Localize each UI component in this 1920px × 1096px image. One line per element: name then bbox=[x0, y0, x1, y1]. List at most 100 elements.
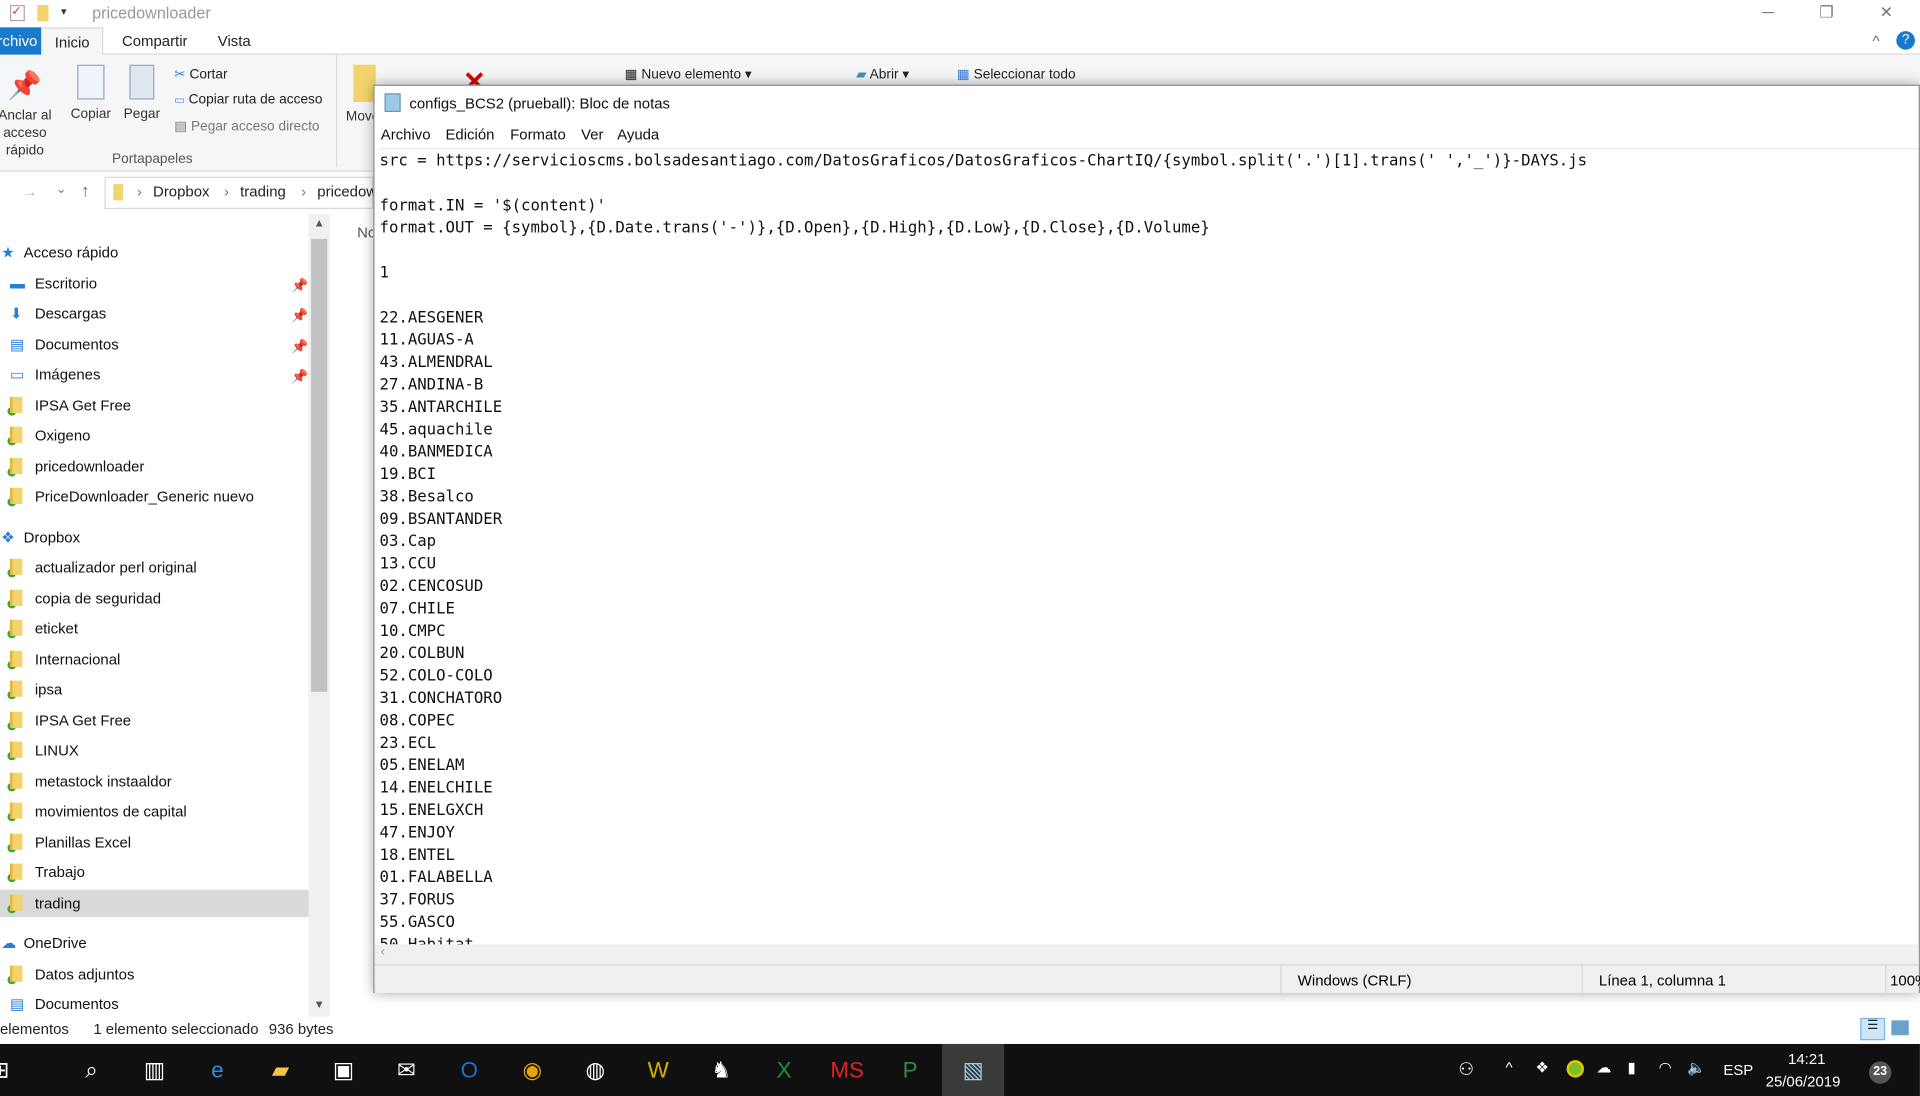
folder-icon[interactable] bbox=[37, 4, 49, 22]
nav-item[interactable]: ipsa bbox=[0, 676, 309, 703]
properties-icon[interactable]: ✓ bbox=[9, 4, 25, 22]
copy-button[interactable]: Copiar bbox=[68, 64, 113, 122]
clock-date[interactable]: 25/06/2019 bbox=[1766, 1073, 1841, 1096]
thumbnail-view-button[interactable] bbox=[1891, 1020, 1909, 1036]
minimize-button[interactable]: ─ bbox=[1749, 2, 1786, 24]
help-icon[interactable]: ? bbox=[1896, 31, 1915, 50]
app2-icon[interactable]: ♞ bbox=[690, 1044, 752, 1096]
pin-icon[interactable]: 📌 bbox=[291, 363, 308, 390]
pin-icon[interactable]: 📌 bbox=[291, 272, 308, 299]
open-button[interactable]: ▰ Abrir ▾ bbox=[856, 66, 909, 82]
store-icon[interactable]: ▣ bbox=[312, 1044, 374, 1096]
up-button[interactable]: ↑ bbox=[81, 180, 90, 200]
close-button[interactable]: ✕ bbox=[1868, 2, 1905, 24]
nav-item[interactable]: LINUX bbox=[0, 737, 309, 764]
dropbox-tray-icon[interactable]: ❖ bbox=[1535, 1059, 1548, 1096]
winamp-icon[interactable]: W bbox=[627, 1044, 689, 1096]
show-hidden-icons[interactable]: ^ bbox=[1506, 1059, 1513, 1096]
menu-archivo[interactable]: Archivo bbox=[381, 126, 431, 148]
nav-item[interactable]: eticket bbox=[0, 615, 309, 642]
file-explorer-icon[interactable]: ▰ bbox=[249, 1044, 311, 1096]
nav-item[interactable]: trading bbox=[0, 889, 309, 917]
item-count: elementos bbox=[0, 1020, 69, 1038]
wifi-icon[interactable]: ◠ bbox=[1659, 1059, 1672, 1096]
menu-edicion[interactable]: Edición bbox=[445, 126, 494, 148]
nav-item[interactable]: Planillas Excel bbox=[0, 828, 309, 855]
copy-path-button[interactable]: ▭ Copiar ruta de acceso bbox=[174, 92, 322, 107]
edge-icon[interactable]: e bbox=[186, 1044, 248, 1096]
scroll-up-icon[interactable]: ▲ bbox=[314, 217, 325, 229]
nav-item[interactable]: Datos adjuntos bbox=[0, 960, 309, 987]
menu-ver[interactable]: Ver bbox=[581, 126, 603, 148]
recent-dropdown[interactable]: ⌄ bbox=[56, 183, 66, 197]
nav-item[interactable]: Oxigeno bbox=[0, 422, 309, 449]
notification-center-button[interactable]: 23 bbox=[1868, 1061, 1892, 1084]
column-header-name[interactable]: Nombre bbox=[357, 224, 373, 241]
nav-item[interactable]: Trabajo bbox=[0, 859, 309, 886]
nav-item[interactable]: pricedownloader bbox=[0, 452, 309, 479]
details-view-button[interactable]: ☰ bbox=[1860, 1017, 1886, 1041]
nav-item[interactable]: metastock instaaldor bbox=[0, 767, 309, 794]
nav-item[interactable]: ☁ OneDrive bbox=[0, 929, 309, 956]
horizontal-scrollbar[interactable]: ‹ bbox=[374, 944, 1919, 965]
language-indicator[interactable]: ESP bbox=[1723, 1061, 1753, 1096]
text-editor[interactable]: src = https://servicioscms.bolsadesantia… bbox=[378, 148, 1919, 944]
nav-item[interactable]: ★ Acceso rápido bbox=[0, 239, 309, 266]
new-item-button[interactable]: ▦ Nuevo elemento ▾ bbox=[625, 66, 752, 82]
nav-item[interactable]: ▭ Imágenes 📌 bbox=[0, 361, 309, 388]
app-icon[interactable]: ◍ bbox=[564, 1044, 626, 1096]
nav-item[interactable]: Internacional bbox=[0, 645, 309, 672]
pin-quick-access-button[interactable]: 📌 Anclar al acceso rápido bbox=[0, 70, 60, 160]
nav-item[interactable]: ▤ Documentos bbox=[0, 990, 309, 1017]
scroll-left-icon[interactable]: ‹ bbox=[381, 946, 385, 960]
antivirus-icon[interactable] bbox=[1566, 1060, 1584, 1078]
pin-icon[interactable]: 📌 bbox=[291, 302, 308, 329]
scroll-down-icon[interactable]: ▼ bbox=[314, 998, 325, 1010]
nav-item[interactable]: movimientos de capital bbox=[0, 798, 309, 825]
tab-inicio[interactable]: Inicio bbox=[41, 27, 104, 55]
excel-icon[interactable]: X bbox=[753, 1044, 815, 1096]
people-icon[interactable]: ⚇ bbox=[1458, 1059, 1474, 1096]
tab-vista[interactable]: Vista bbox=[205, 27, 263, 54]
maximize-button[interactable]: ❐ bbox=[1808, 2, 1845, 24]
nav-scrollbar-thumb[interactable] bbox=[311, 238, 328, 692]
nav-item[interactable]: ▬ Escritorio 📌 bbox=[0, 269, 309, 296]
nav-item[interactable]: ❖ Dropbox bbox=[0, 523, 309, 550]
mail-icon[interactable]: ✉ bbox=[375, 1044, 437, 1096]
forward-button[interactable]: → bbox=[22, 183, 37, 200]
volume-icon[interactable]: 🔈 bbox=[1687, 1059, 1706, 1096]
nav-item[interactable]: copia de seguridad bbox=[0, 584, 309, 611]
paste-shortcut-button[interactable]: ▤ Pegar acceso directo bbox=[174, 118, 319, 134]
metastock-icon[interactable]: MS bbox=[816, 1044, 878, 1096]
breadcrumb-trading[interactable]: trading bbox=[240, 183, 286, 200]
outlook-icon[interactable]: O bbox=[438, 1044, 500, 1096]
nav-item[interactable]: IPSA Get Free bbox=[0, 391, 309, 418]
task-view-icon[interactable]: ▥ bbox=[123, 1044, 185, 1096]
nav-item[interactable]: actualizador perl original bbox=[0, 554, 309, 581]
collapse-ribbon-icon[interactable]: ^ bbox=[1873, 32, 1880, 49]
project-icon[interactable]: P bbox=[879, 1044, 941, 1096]
pin-icon[interactable]: 📌 bbox=[291, 333, 308, 360]
tab-archivo[interactable]: Archivo bbox=[0, 27, 42, 55]
battery-icon[interactable]: ▮ bbox=[1628, 1059, 1636, 1096]
select-all-button[interactable]: ▦ Seleccionar todo bbox=[957, 66, 1076, 82]
cut-button[interactable]: ✂ Cortar bbox=[174, 66, 227, 82]
nav-item[interactable]: PriceDownloader_Generic nuevo bbox=[0, 483, 309, 510]
nav-item[interactable]: ⬇ Descargas 📌 bbox=[0, 300, 309, 327]
group-label-clipboard: Portapapeles bbox=[111, 151, 193, 167]
tab-compartir[interactable]: Compartir bbox=[109, 27, 199, 54]
paste-button[interactable]: Pegar bbox=[121, 64, 163, 122]
nav-item[interactable]: IPSA Get Free bbox=[0, 706, 309, 733]
onedrive-tray-icon[interactable]: ☁ bbox=[1596, 1059, 1611, 1096]
nav-item[interactable]: ▤ Documentos 📌 bbox=[0, 330, 309, 357]
notepad-icon[interactable]: ▧ bbox=[941, 1043, 1005, 1096]
chrome-icon[interactable]: ◉ bbox=[501, 1044, 563, 1096]
folder-icon bbox=[9, 426, 23, 443]
menu-formato[interactable]: Formato bbox=[510, 126, 566, 148]
search-icon[interactable]: ⌕ bbox=[60, 1044, 122, 1096]
breadcrumb-dropbox[interactable]: Dropbox bbox=[153, 183, 209, 200]
qat-dropdown-icon[interactable]: ▾ bbox=[61, 5, 67, 19]
breadcrumb-pricedownloader[interactable]: pricedownloader bbox=[317, 183, 373, 200]
start-icon[interactable]: ⊞ bbox=[0, 1044, 31, 1096]
menu-ayuda[interactable]: Ayuda bbox=[617, 126, 659, 148]
